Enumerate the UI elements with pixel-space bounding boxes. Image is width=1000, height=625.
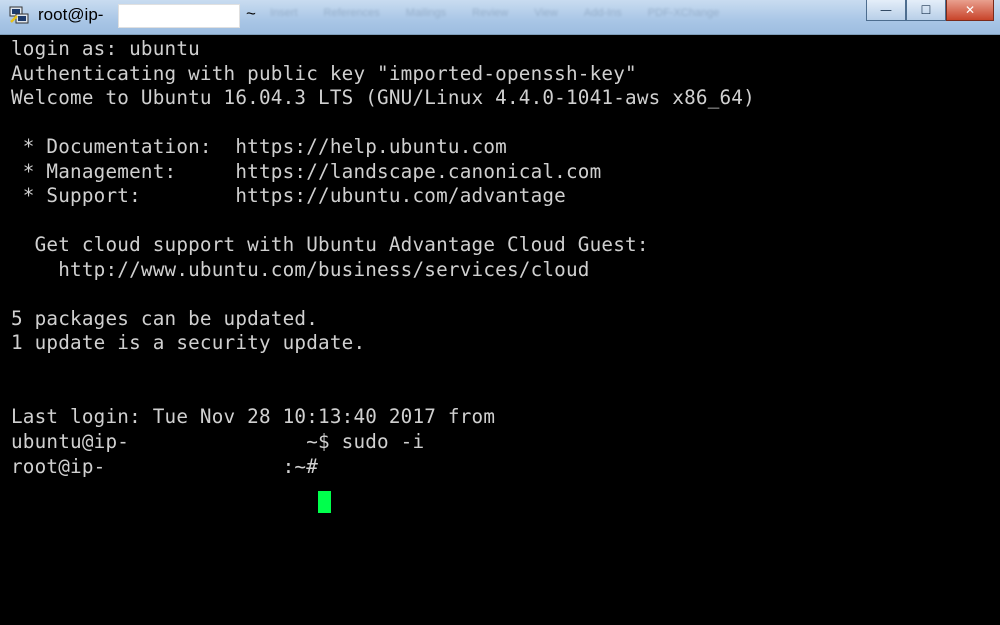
terminal-line: Last login: Tue Nov 28 10:13:40 2017 fro… [11,405,496,428]
window-title-suffix: ~ [246,4,256,23]
bg-tab: PDF-XChange [647,7,720,19]
terminal-prompt-line: root@ip- :~# [11,455,330,478]
terminal-screen[interactable]: login as: ubuntu Authenticating with pub… [0,35,1000,625]
terminal-line: Authenticating with public key "imported… [11,62,637,85]
close-button[interactable]: ✕ [946,0,994,21]
terminal-line: * Management: https://landscape.canonica… [11,160,602,183]
bg-tab: Mailings [405,7,447,19]
background-ribbon-tabs: Insert References Mailings Review View A… [270,7,719,19]
terminal-cursor [318,491,331,513]
terminal-line: ubuntu@ip- ~$ sudo -i [11,430,425,453]
bg-tab: References [323,7,380,19]
terminal-line: * Documentation: https://help.ubuntu.com [11,135,507,158]
terminal-line: 5 packages can be updated. [11,307,319,330]
terminal-line: Get cloud support with Ubuntu Advantage … [11,233,649,256]
terminal-line: Welcome to Ubuntu 16.04.3 LTS (GNU/Linux… [11,86,755,109]
bg-tab: View [534,7,558,19]
bg-tab: Insert [270,7,298,19]
bg-tab: Add-Ins [583,7,622,19]
redacted-hostname [118,4,240,28]
window-titlebar[interactable]: root@ip- ~ Insert References Mailings Re… [0,0,1000,35]
putty-app-icon[interactable] [8,4,30,26]
window-controls: — ☐ ✕ [866,0,994,21]
maximize-button[interactable]: ☐ [906,0,946,21]
terminal-line: login as: ubuntu [11,37,200,60]
bg-tab: Review [472,7,509,19]
terminal-line: http://www.ubuntu.com/business/services/… [11,258,590,281]
terminal-line: 1 update is a security update. [11,331,366,354]
window-title: root@ip- [38,5,104,24]
minimize-button[interactable]: — [866,0,906,21]
terminal-line: * Support: https://ubuntu.com/advantage [11,184,566,207]
